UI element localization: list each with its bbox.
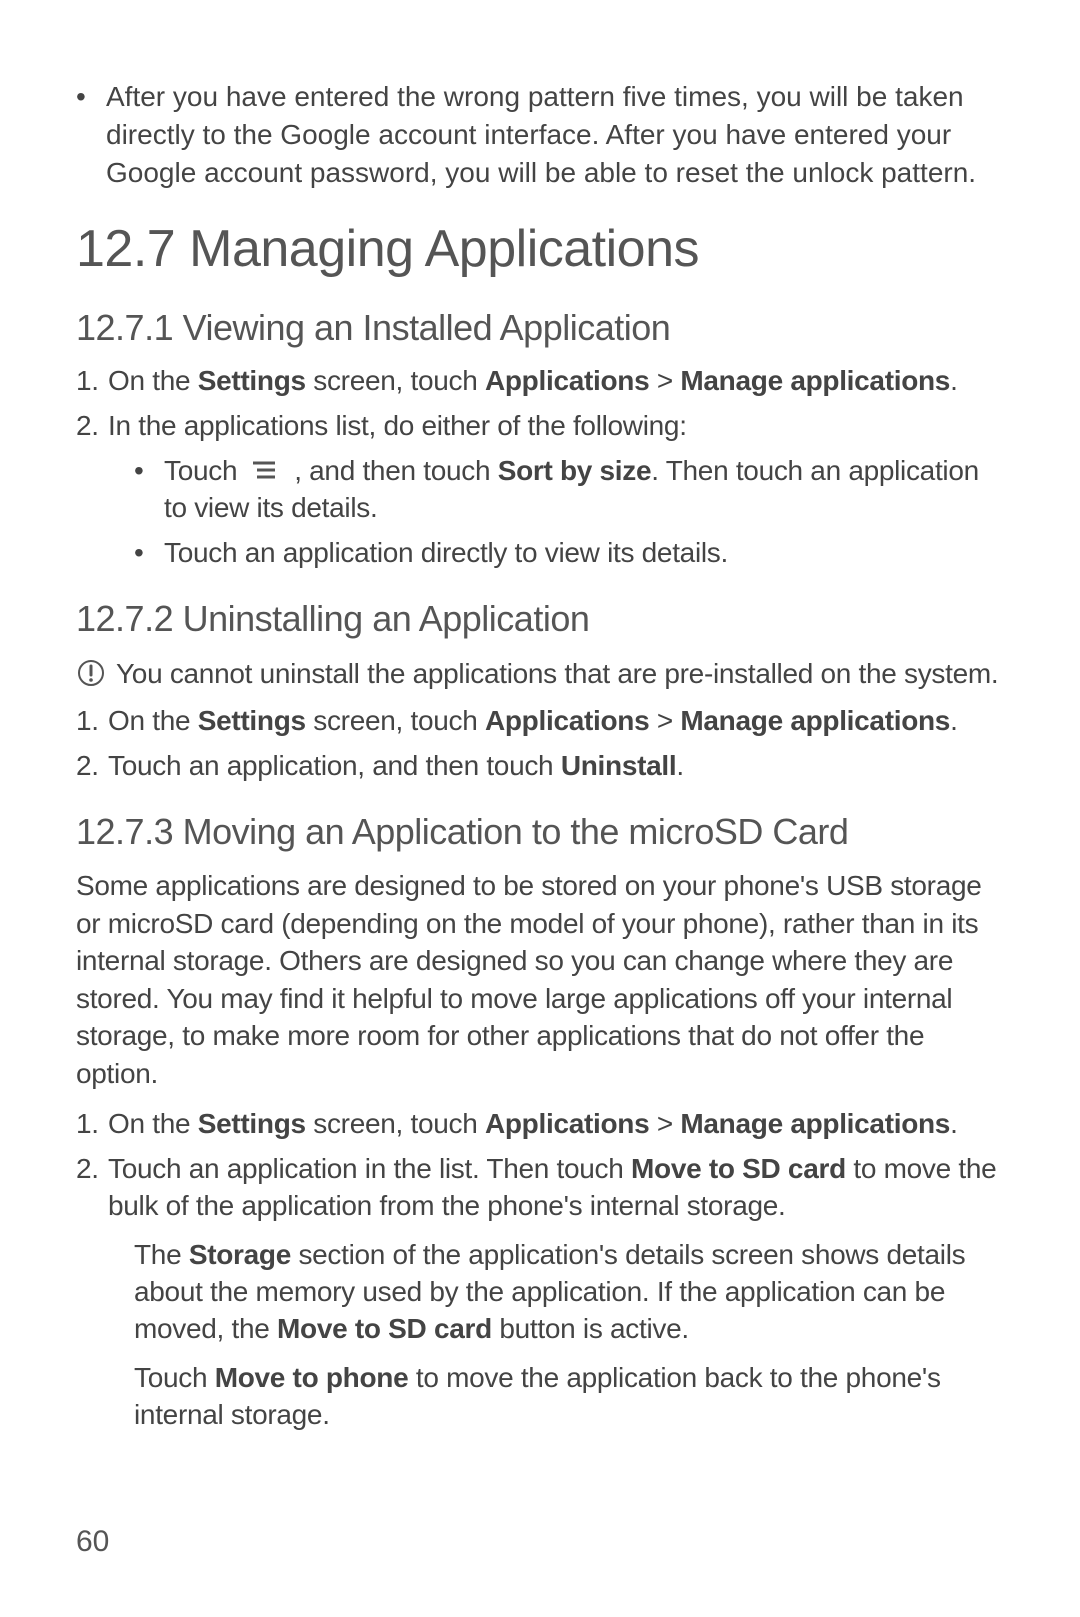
step-number: 2. [76,1151,108,1225]
indented-paragraph: Touch Move to phone to move the applicat… [134,1360,1004,1434]
bold-move-to-sd-card: Move to SD card [631,1153,846,1184]
indented-paragraph: The Storage section of the application's… [134,1237,1004,1348]
bold-sort-by-size: Sort by size [498,455,652,486]
document-page: • After you have entered the wrong patte… [0,0,1080,1617]
paragraph: Some applications are designed to be sto… [76,867,1004,1092]
bold-move-to-sd-card: Move to SD card [277,1313,492,1344]
step-text: In the applications list, do either of t… [108,408,1004,445]
menu-icon [251,459,281,481]
text-run: > [649,1108,680,1139]
text-run: > [649,365,680,396]
text-run: On the [108,365,198,396]
step-number: 2. [76,748,108,785]
step-number: 1. [76,1106,108,1143]
step-2: 2. Touch an application, and then touch … [76,748,1004,785]
bullet-text: Touch an application directly to view it… [164,535,1004,572]
text-run: screen, touch [306,1108,485,1139]
bold-storage: Storage [189,1239,291,1270]
text-run: . [676,750,683,781]
text-run: button is active. [492,1313,689,1344]
bullet-dot: • [134,535,164,572]
text-run: Touch [164,455,245,486]
bullet-dot: • [134,453,164,527]
step-1: 1. On the Settings screen, touch Applica… [76,363,1004,400]
text-run: . [950,365,957,396]
step-text: On the Settings screen, touch Applicatio… [108,1106,1004,1143]
step-text: Touch an application, and then touch Uni… [108,748,1004,785]
bold-move-to-phone: Move to phone [215,1362,409,1393]
text-run: screen, touch [306,365,485,396]
step-number: 2. [76,408,108,445]
bold-manage-applications: Manage applications [680,1108,950,1139]
bold-manage-applications: Manage applications [680,365,950,396]
bold-applications: Applications [485,365,649,396]
section-heading-12-7: 12.7 Managing Applications [76,219,1004,279]
bold-settings: Settings [198,1108,306,1139]
bullet-item: • Touch an application directly to view … [134,535,1004,572]
bullet-text: After you have entered the wrong pattern… [106,78,1004,191]
bold-uninstall: Uninstall [561,750,677,781]
text-run: On the [108,705,198,736]
text-run: . [950,705,957,736]
bullet-text: Touch , and then touch Sort by size. The… [164,453,1004,527]
step-1: 1. On the Settings screen, touch Applica… [76,703,1004,740]
note-text: You cannot uninstall the applications th… [116,656,1004,693]
alert-icon [76,656,116,688]
text-run: > [649,705,680,736]
text-run: , and then touch [294,455,498,486]
step-number: 1. [76,703,108,740]
bullet-item: • After you have entered the wrong patte… [76,78,1004,191]
step-2: 2. Touch an application in the list. The… [76,1151,1004,1225]
subsection-heading-12-7-3: 12.7.3 Moving an Application to the micr… [76,811,1004,853]
subsection-heading-12-7-1: 12.7.1 Viewing an Installed Application [76,307,1004,349]
step-2: 2. In the applications list, do either o… [76,408,1004,445]
text-run: Touch an application, and then touch [108,750,561,781]
note-block: You cannot uninstall the applications th… [76,656,1004,693]
bold-settings: Settings [198,705,306,736]
bullet-item: • Touch , and then touch Sort by size. T… [134,453,1004,527]
step-text: On the Settings screen, touch Applicatio… [108,703,1004,740]
bold-applications: Applications [485,705,649,736]
text-run: On the [108,1108,198,1139]
step-text: Touch an application in the list. Then t… [108,1151,1004,1225]
page-number: 60 [76,1525,109,1559]
text-run: The [134,1239,189,1270]
step-text: On the Settings screen, touch Applicatio… [108,363,1004,400]
text-run: Touch [134,1362,215,1393]
text-run: . [950,1108,957,1139]
subsection-heading-12-7-2: 12.7.2 Uninstalling an Application [76,598,1004,640]
text-run: Touch an application in the list. Then t… [108,1153,631,1184]
bold-settings: Settings [198,365,306,396]
step-number: 1. [76,363,108,400]
nested-bullet-list: • Touch , and then touch Sort by size. T… [134,453,1004,572]
text-run: screen, touch [306,705,485,736]
bold-applications: Applications [485,1108,649,1139]
bullet-dot: • [76,78,106,191]
step-1: 1. On the Settings screen, touch Applica… [76,1106,1004,1143]
bold-manage-applications: Manage applications [680,705,950,736]
